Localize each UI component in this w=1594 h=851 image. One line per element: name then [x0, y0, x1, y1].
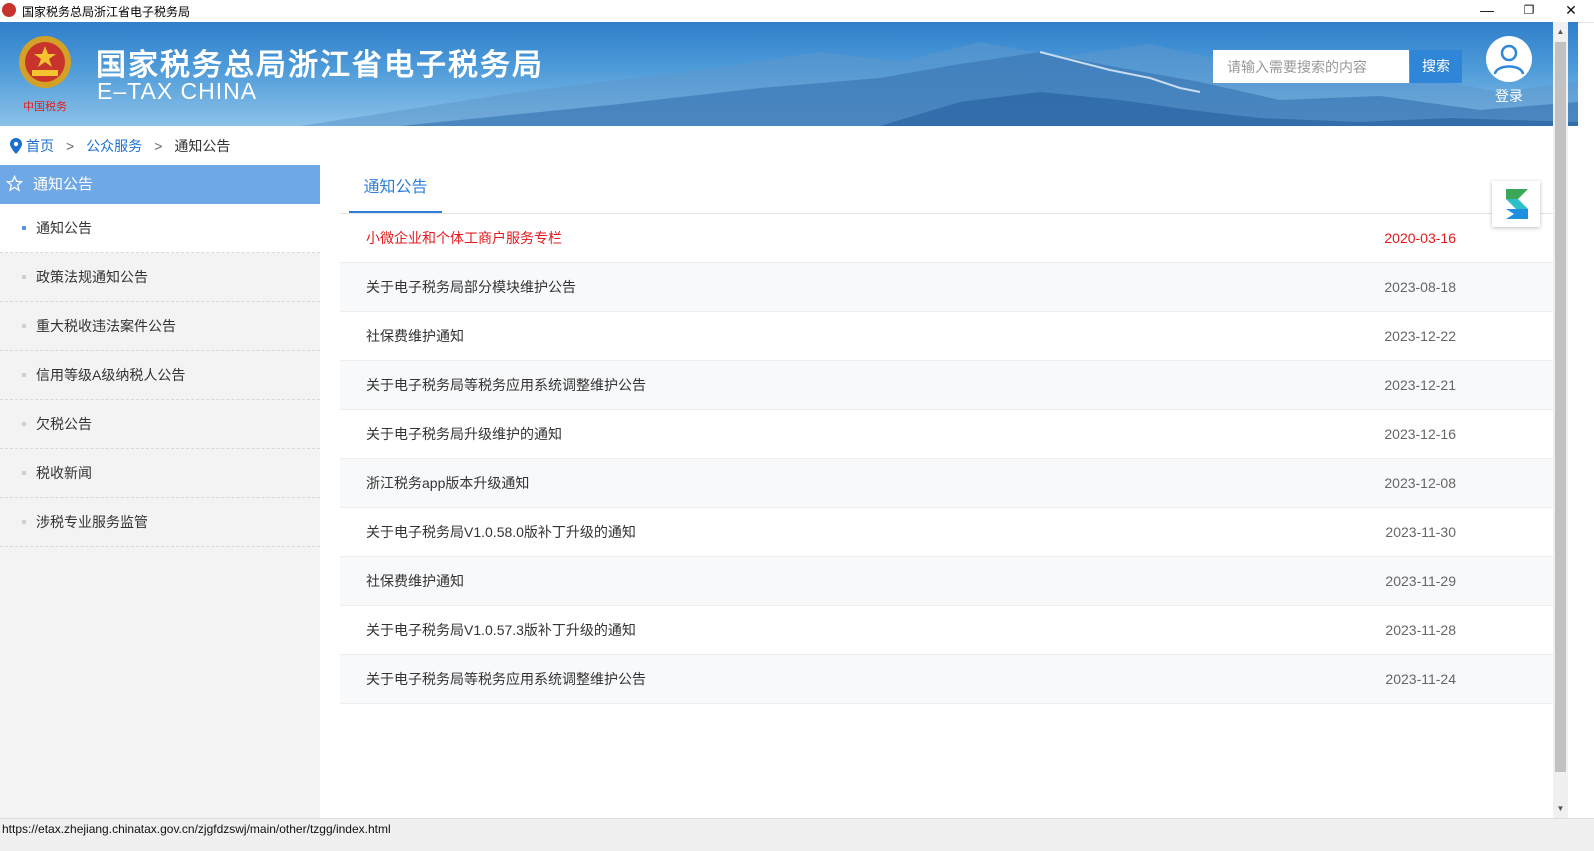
notice-row[interactable]: 关于电子税务局V1.0.58.0版补丁升级的通知 2023-11-30: [340, 508, 1554, 557]
bullet-icon: [22, 275, 26, 279]
scrollbar-thumb[interactable]: [1555, 42, 1566, 772]
sidebar-item-label: 欠税公告: [36, 416, 92, 432]
notice-date: 2023-11-30: [1385, 524, 1456, 540]
maximize-button[interactable]: ❐: [1508, 0, 1550, 22]
sidebar: 通知公告 通知公告 政策法规通知公告 重大税收违法案件公告 信用等级A级纳税人公…: [0, 165, 320, 818]
sidebar-item-violation-cases[interactable]: 重大税收违法案件公告: [0, 302, 320, 351]
notice-title[interactable]: 关于电子税务局部分模块维护公告: [366, 263, 576, 311]
bullet-icon: [22, 324, 26, 328]
bullet-icon: [22, 373, 26, 377]
window-title: 国家税务总局浙江省电子税务局: [22, 5, 191, 19]
sidebar-item-label: 税收新闻: [36, 465, 92, 481]
notice-date: 2023-12-16: [1384, 426, 1456, 442]
bullet-icon: [22, 471, 26, 475]
star-icon: [5, 168, 24, 207]
minimize-button[interactable]: —: [1466, 0, 1508, 22]
notice-date: 2023-11-29: [1385, 573, 1456, 589]
sidebar-item-tax-news[interactable]: 税收新闻: [0, 449, 320, 498]
notice-row[interactable]: 关于电子税务局等税务应用系统调整维护公告 2023-11-24: [340, 655, 1554, 704]
sidebar-item-label: 重大税收违法案件公告: [36, 318, 176, 334]
notice-date: 2023-12-08: [1384, 475, 1456, 491]
notice-date: 2023-11-24: [1385, 671, 1456, 687]
notice-list: 小微企业和个体工商户服务专栏 2020-03-16 关于电子税务局部分模块维护公告…: [340, 214, 1554, 704]
sidebar-item-label: 通知公告: [36, 220, 92, 236]
location-pin-icon: [10, 138, 22, 159]
sidebar-item-notices[interactable]: 通知公告: [0, 204, 320, 253]
close-button[interactable]: ✕: [1550, 0, 1592, 22]
search-input[interactable]: [1213, 50, 1409, 83]
status-url: https://etax.zhejiang.chinatax.gov.cn/zj…: [2, 822, 391, 836]
login-label: 登录: [1495, 88, 1523, 104]
notice-title[interactable]: 浙江税务app版本升级通知: [366, 459, 529, 507]
notice-title[interactable]: 关于电子税务局V1.0.58.0版补丁升级的通知: [366, 508, 636, 556]
sidebar-item-credit-rating[interactable]: 信用等级A级纳税人公告: [0, 351, 320, 400]
window-titlebar: 国家税务总局浙江省电子税务局 — ❐ ✕: [0, 0, 1594, 23]
bullet-icon: [22, 520, 26, 524]
notice-row[interactable]: 浙江税务app版本升级通知 2023-12-08: [340, 459, 1554, 508]
site-subtitle: E–TAX CHINA: [97, 78, 258, 104]
scroll-down-icon[interactable]: ▼: [1553, 801, 1568, 816]
content-tabbar: 通知公告: [340, 165, 1554, 214]
search-button[interactable]: 搜索: [1410, 50, 1462, 83]
app-logo-icon: [1506, 189, 1528, 219]
notice-row[interactable]: 关于电子税务局等税务应用系统调整维护公告 2023-12-21: [340, 361, 1554, 410]
notice-row[interactable]: 社保费维护通知 2023-11-29: [340, 557, 1554, 606]
emblem-caption: 中国税务: [23, 99, 67, 113]
breadcrumb-separator: >: [154, 138, 163, 154]
sidebar-item-policy[interactable]: 政策法规通知公告: [0, 253, 320, 302]
notice-title[interactable]: 小微企业和个体工商户服务专栏: [366, 214, 562, 262]
breadcrumb-home[interactable]: 首页: [26, 138, 54, 154]
breadcrumb-separator: >: [66, 138, 75, 154]
sidebar-item-label: 涉税专业服务监管: [36, 514, 148, 530]
sidebar-item-label: 信用等级A级纳税人公告: [36, 367, 186, 383]
notice-date: 2020-03-16: [1384, 230, 1456, 246]
notice-row[interactable]: 关于电子税务局V1.0.57.3版补丁升级的通知 2023-11-28: [340, 606, 1554, 655]
tax-emblem-logo: 中国税务: [19, 36, 71, 113]
sidebar-item-label: 政策法规通知公告: [36, 269, 148, 285]
notice-title[interactable]: 社保费维护通知: [366, 312, 464, 360]
status-bar: https://etax.zhejiang.chinatax.gov.cn/zj…: [0, 818, 1594, 851]
breadcrumb-current: 通知公告: [174, 138, 231, 154]
notice-row[interactable]: 关于电子税务局升级维护的通知 2023-12-16: [340, 410, 1554, 459]
notice-row[interactable]: 小微企业和个体工商户服务专栏 2020-03-16: [340, 214, 1554, 263]
sidebar-heading[interactable]: 通知公告: [0, 165, 320, 204]
notice-row[interactable]: 关于电子税务局部分模块维护公告 2023-08-18: [340, 263, 1554, 312]
login-button[interactable]: 登录: [1484, 36, 1534, 106]
sidebar-item-professional-services[interactable]: 涉税专业服务监管: [0, 498, 320, 547]
bullet-icon: [22, 226, 26, 230]
breadcrumb-public-service[interactable]: 公众服务: [86, 138, 142, 154]
notice-date: 2023-08-18: [1384, 279, 1456, 295]
tab-notices[interactable]: 通知公告: [349, 165, 442, 213]
notice-title[interactable]: 关于电子税务局等税务应用系统调整维护公告: [366, 655, 646, 703]
sidebar-heading-label: 通知公告: [33, 176, 94, 193]
vertical-scrollbar[interactable]: ▲ ▼: [1553, 22, 1568, 818]
notice-title[interactable]: 社保费维护通知: [366, 557, 464, 605]
bullet-icon: [22, 422, 26, 426]
notice-title[interactable]: 关于电子税务局等税务应用系统调整维护公告: [366, 361, 646, 409]
notice-title[interactable]: 关于电子税务局升级维护的通知: [366, 410, 562, 458]
sidebar-item-tax-arrears[interactable]: 欠税公告: [0, 400, 320, 449]
scroll-up-icon[interactable]: ▲: [1553, 24, 1568, 39]
breadcrumb: 首页 > 公众服务 > 通知公告: [10, 136, 230, 156]
notice-date: 2023-11-28: [1385, 622, 1456, 638]
user-icon: [1486, 36, 1532, 82]
site-banner: 中国税务 国家税务总局浙江省电子税务局 E–TAX CHINA 搜索 登录: [0, 22, 1578, 126]
floating-app-button[interactable]: [1492, 181, 1540, 227]
notice-date: 2023-12-22: [1384, 328, 1456, 344]
notice-title[interactable]: 关于电子税务局V1.0.57.3版补丁升级的通知: [366, 606, 636, 654]
app-icon: [2, 3, 16, 17]
notice-date: 2023-12-21: [1384, 377, 1456, 393]
notice-row[interactable]: 社保费维护通知 2023-12-22: [340, 312, 1554, 361]
